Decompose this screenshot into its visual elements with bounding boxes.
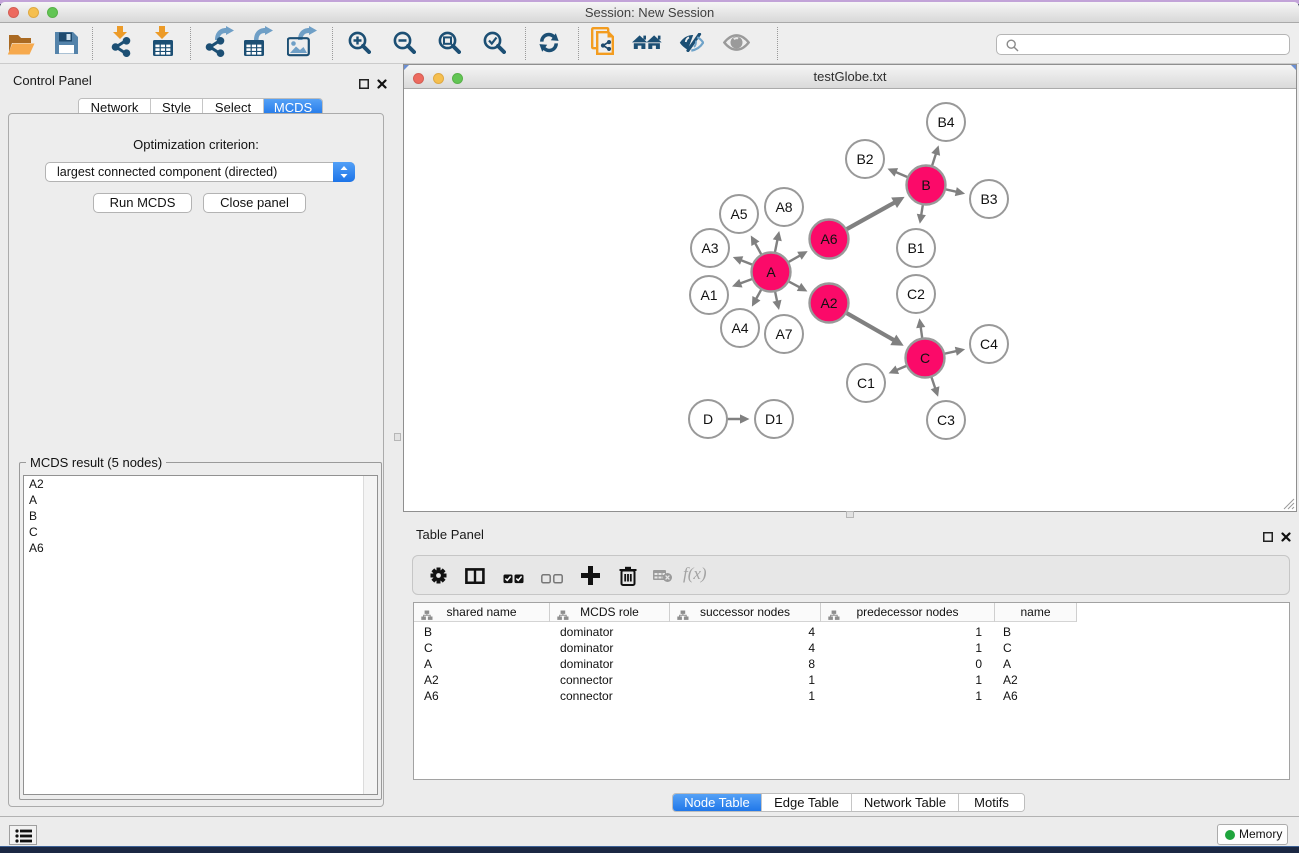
svg-text:C: C xyxy=(920,350,930,366)
svg-text:A8: A8 xyxy=(775,199,792,215)
svg-text:A1: A1 xyxy=(700,287,717,303)
svg-text:C4: C4 xyxy=(980,336,998,352)
svg-text:C3: C3 xyxy=(937,412,955,428)
svg-text:D: D xyxy=(703,411,713,427)
svg-text:B4: B4 xyxy=(937,114,954,130)
svg-text:B1: B1 xyxy=(907,240,924,256)
svg-text:A7: A7 xyxy=(775,326,792,342)
svg-text:B2: B2 xyxy=(856,151,873,167)
svg-text:A2: A2 xyxy=(820,295,837,311)
svg-text:A3: A3 xyxy=(701,240,718,256)
svg-text:C1: C1 xyxy=(857,375,875,391)
svg-text:D1: D1 xyxy=(765,411,783,427)
svg-text:A: A xyxy=(766,264,776,280)
svg-text:A6: A6 xyxy=(820,231,837,247)
svg-text:A4: A4 xyxy=(731,320,748,336)
svg-text:B: B xyxy=(921,177,930,193)
svg-text:C2: C2 xyxy=(907,286,925,302)
svg-text:A5: A5 xyxy=(730,206,747,222)
svg-text:B3: B3 xyxy=(980,191,997,207)
